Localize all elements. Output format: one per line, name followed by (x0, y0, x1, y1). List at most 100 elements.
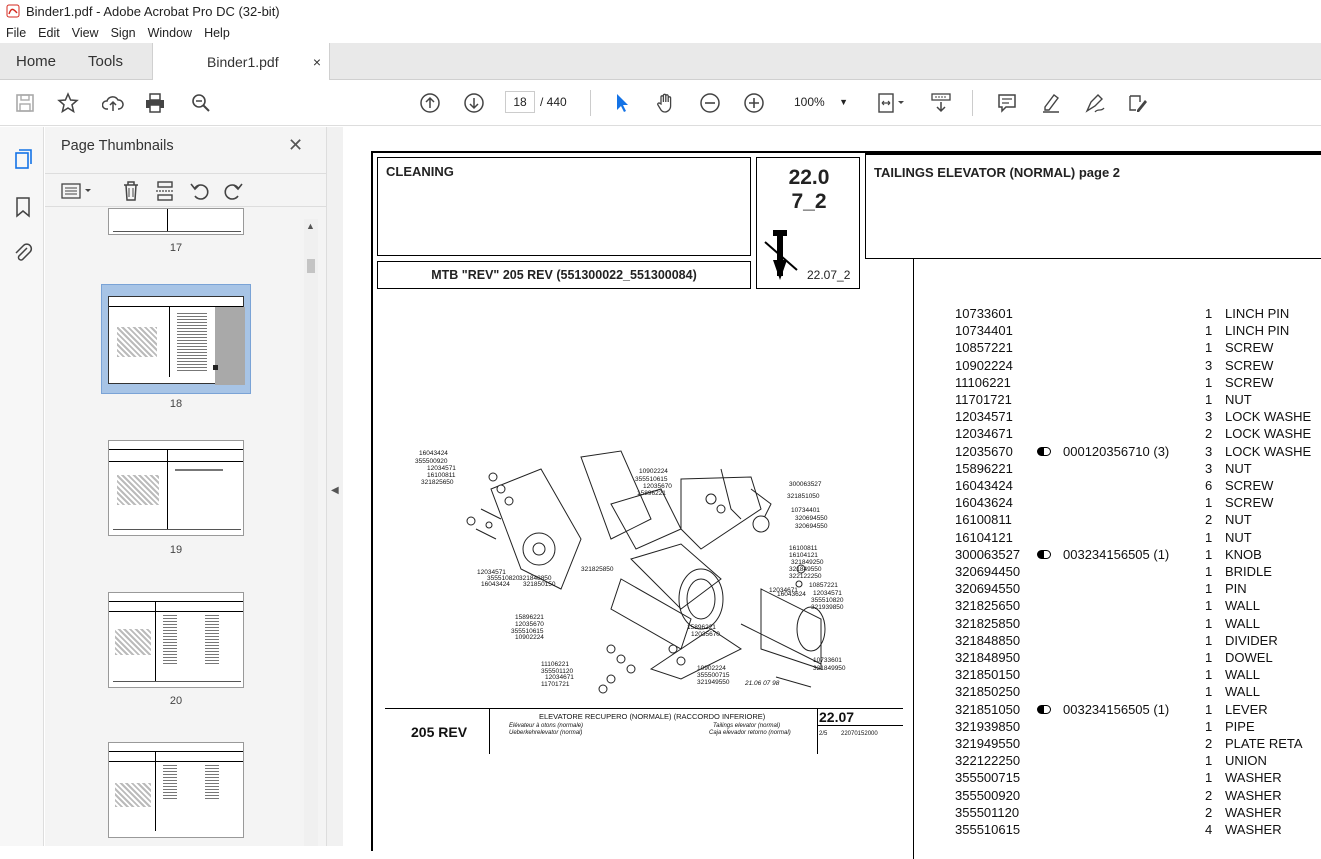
part-code: 16104121 (955, 529, 1013, 545)
model-title: MTB "REV" 205 REV (551300022_551300084) (431, 268, 697, 282)
attachments-icon[interactable] (11, 241, 35, 265)
thumbnail-page-20[interactable] (108, 592, 244, 688)
footer-subtitle: Caja elevador retorno (normal) (709, 730, 791, 736)
zoom-in-icon[interactable] (742, 91, 766, 115)
diagram-part-label: 16043424 (481, 581, 510, 588)
upload-cloud-icon[interactable] (101, 91, 125, 115)
print-icon[interactable] (143, 91, 167, 115)
diagram-part-label: 12034571 (813, 590, 842, 597)
thumbnail-list: 17 18 19 20 (45, 208, 327, 846)
part-description: LEVER (1225, 701, 1268, 717)
part-description: WALL (1225, 598, 1260, 614)
document-view[interactable]: CLEANING MTB "REV" 205 REV (551300022_55… (343, 127, 1321, 859)
thumbnail-scrollbar[interactable]: ▲ (304, 219, 318, 846)
save-icon[interactable] (13, 91, 37, 115)
tab-tools[interactable]: Tools (88, 43, 123, 80)
diagram-part-label: 12034671 (545, 674, 574, 681)
thumbnail-page-17[interactable] (108, 208, 244, 235)
thumbnail-options-icon[interactable] (61, 182, 95, 200)
close-panel-icon[interactable]: ✕ (288, 135, 303, 156)
diagram-part-label: 16100811 (427, 472, 456, 479)
part-description: SCREW (1225, 340, 1274, 356)
diagram-part-label: 10902224 (515, 634, 544, 641)
menu-window[interactable]: Window (142, 26, 198, 40)
part-code: 355500715 (955, 770, 1021, 786)
zoom-search-icon[interactable] (189, 91, 213, 115)
part-description: PIN (1225, 581, 1247, 597)
part-code: 12034671 (955, 426, 1013, 442)
draw-tool-icon[interactable] (1083, 91, 1107, 115)
collapse-panel-icon[interactable]: ◀ (331, 485, 339, 496)
tab-document-label: Binder1.pdf (207, 54, 279, 70)
menu-edit[interactable]: Edit (32, 26, 66, 40)
thumbnail-label: 18 (169, 398, 183, 410)
part-quantity: 2 (1205, 787, 1213, 803)
part-quantity: 1 (1205, 546, 1213, 562)
close-tab-icon[interactable]: × (313, 54, 321, 70)
menu-file[interactable]: File (0, 26, 32, 40)
next-page-icon[interactable] (462, 91, 486, 115)
part-description: BRIDLE (1225, 564, 1272, 579)
menu-help[interactable]: Help (198, 26, 236, 40)
tab-document[interactable]: Binder1.pdf × (152, 43, 330, 81)
page-number-input[interactable]: 18 (505, 91, 535, 113)
thumbnail-page-18[interactable] (108, 296, 245, 385)
delete-page-icon[interactable] (121, 180, 141, 202)
header-section-box: CLEANING (377, 157, 751, 256)
panel-title: Page Thumbnails (61, 138, 174, 154)
zoom-value: 100% (794, 95, 825, 109)
fill-sign-icon[interactable] (1126, 91, 1150, 115)
bookmarks-icon[interactable] (11, 195, 35, 219)
header-title-box: TAILINGS ELEVATOR (NORMAL) page 2 (865, 153, 1321, 259)
part-description: WASHER (1225, 787, 1282, 803)
scroll-mode-icon[interactable] (929, 91, 953, 115)
code-box: 22.0 7_2 22.07_2 (756, 157, 860, 289)
part-quantity: 1 (1205, 770, 1213, 786)
diagram-part-label: 11106221 (541, 661, 569, 668)
part-quantity: 2 (1205, 736, 1213, 751)
footer-code: 22.07 (819, 709, 855, 725)
thumbnail-page-21[interactable] (108, 742, 244, 838)
hand-tool-icon[interactable] (654, 91, 678, 115)
select-cursor-icon[interactable] (610, 91, 634, 115)
zoom-out-icon[interactable] (698, 91, 722, 115)
scrollbar-thumb[interactable] (307, 259, 315, 273)
page-thumbnails-icon[interactable] (11, 147, 35, 171)
menu-view[interactable]: View (66, 26, 105, 40)
rotate-clockwise-icon[interactable] (222, 180, 244, 202)
tab-home[interactable]: Home (16, 43, 56, 80)
part-quantity: 1 (1205, 581, 1213, 597)
zoom-select[interactable]: 100% ▼ (786, 91, 854, 113)
comment-icon[interactable] (995, 91, 1019, 115)
diagram-part-label: 320694550 (795, 515, 828, 522)
part-description: SCREW (1225, 495, 1274, 511)
part-quantity: 1 (1205, 374, 1213, 390)
menu-sign[interactable]: Sign (105, 26, 142, 40)
page-total: / 440 (540, 95, 567, 109)
diagram-part-label: 10902224 (639, 468, 668, 475)
highlight-pen-icon[interactable] (1039, 91, 1063, 115)
part-code: 300063527 (955, 546, 1021, 562)
thumbnail-label: 20 (169, 695, 183, 707)
footer-subtitle: Ueberkehrelevator (normal) (509, 730, 583, 736)
diagram-part-label: 16100811 (789, 545, 818, 552)
column-divider (913, 259, 914, 859)
footer-page: 2/5 (819, 731, 828, 737)
diagram-part-label: 355510615 (635, 476, 668, 483)
diagram-part-label: 321849550 (789, 566, 822, 573)
part-replacement-ref: 000120356710 (3) (1063, 443, 1170, 459)
thumbnail-label: 19 (169, 544, 183, 556)
rotate-counterclockwise-icon[interactable] (189, 180, 211, 202)
part-code: 12035670 (955, 443, 1013, 459)
part-code: 322122250 (955, 753, 1021, 769)
page-fit-icon[interactable] (873, 91, 909, 115)
model-box: MTB "REV" 205 REV (551300022_551300084) (377, 261, 751, 289)
thumbnail-page-19[interactable] (108, 440, 244, 536)
previous-page-icon[interactable] (418, 91, 442, 115)
part-quantity: 1 (1205, 753, 1213, 769)
extract-pages-icon[interactable] (155, 180, 175, 202)
bookmark-star-icon[interactable] (56, 91, 80, 115)
part-code: 16100811 (955, 512, 1012, 528)
panel-splitter[interactable]: ◀ (327, 127, 343, 846)
scroll-up-icon[interactable]: ▲ (306, 221, 315, 231)
